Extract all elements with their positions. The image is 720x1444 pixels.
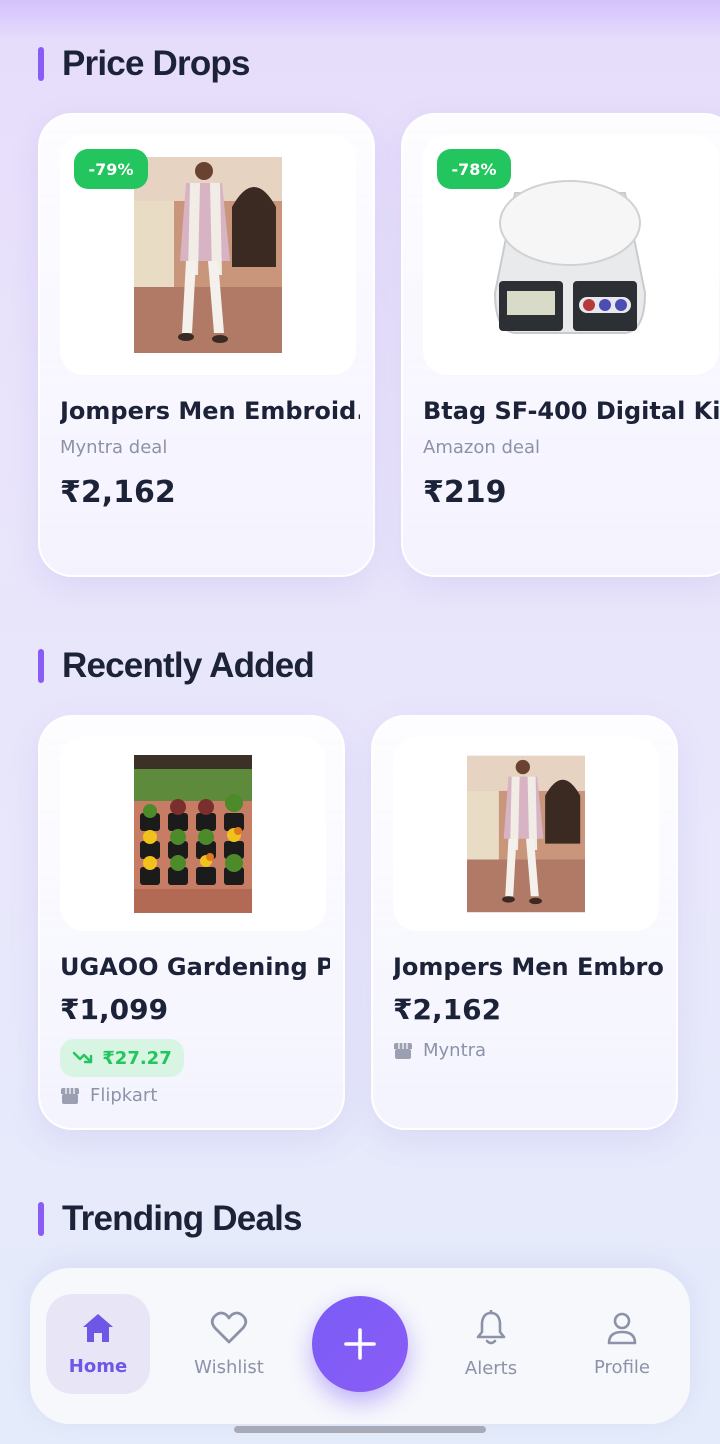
nav-label: Alerts <box>464 1357 518 1379</box>
price-drop-card[interactable]: -79% Jompers Men Embroid... Myntra deal … <box>38 113 375 577</box>
section-title: Recently Added <box>62 646 315 685</box>
store-row: Myntra <box>393 1040 486 1061</box>
user-icon <box>607 1312 637 1344</box>
home-icon <box>83 1313 113 1342</box>
nav-item-wishlist[interactable]: Wishlist <box>177 1294 281 1394</box>
nav-item-alerts[interactable]: Alerts <box>439 1294 543 1394</box>
bottom-nav: Home Wishlist Alerts Profile <box>30 1268 690 1424</box>
product-name: Jompers Men Embroid... <box>60 397 360 425</box>
store-icon <box>61 1087 79 1104</box>
nav-item-home[interactable]: Home <box>46 1294 150 1394</box>
product-price: ₹2,162 <box>393 993 502 1026</box>
store-icon <box>394 1042 412 1059</box>
bell-icon <box>476 1309 506 1344</box>
price-drop-chip: ₹27.27 <box>60 1039 184 1077</box>
product-price: ₹1,099 <box>60 993 169 1026</box>
product-image <box>134 157 282 353</box>
product-image <box>493 180 647 334</box>
product-image-frame <box>393 737 659 931</box>
recent-product-card[interactable]: Jompers Men Embroi... ₹2,162 Myntra <box>371 715 678 1130</box>
price-drop-amount: ₹27.27 <box>102 1047 172 1069</box>
nav-item-profile[interactable]: Profile <box>570 1294 674 1394</box>
product-image <box>467 755 585 913</box>
recent-product-card[interactable]: UGAOO Gardening Po... ₹1,099 ₹27.27 Flip… <box>38 715 345 1130</box>
section-accent-bar <box>38 47 44 81</box>
product-image <box>134 755 252 913</box>
nav-label: Wishlist <box>194 1356 264 1378</box>
nav-label: Profile <box>594 1356 650 1378</box>
heart-icon <box>210 1311 248 1343</box>
discount-badge: -78% <box>437 149 511 189</box>
section-title: Trending Deals <box>62 1199 303 1238</box>
product-name: Jompers Men Embroi... <box>393 953 663 981</box>
section-header-recently-added: Recently Added <box>38 646 315 686</box>
home-screen: Price Drops -79% Jompers Men Embroid... <box>0 0 720 1444</box>
store-name: Myntra <box>423 1040 487 1061</box>
top-glow <box>0 0 720 40</box>
section-accent-bar <box>38 1202 44 1236</box>
product-name: Btag SF-400 Digital Ki... <box>423 397 720 425</box>
product-image-frame <box>60 737 326 931</box>
section-accent-bar <box>38 649 44 683</box>
product-price: ₹2,162 <box>60 475 176 510</box>
store-name: Flipkart <box>90 1085 158 1106</box>
product-price: ₹219 <box>423 475 507 510</box>
product-store: Myntra deal <box>60 437 168 458</box>
price-drop-card[interactable]: -78% Btag SF-400 Digital Ki... Amazon de… <box>401 113 720 577</box>
product-name: UGAOO Gardening Po... <box>60 953 330 981</box>
section-title: Price Drops <box>62 44 250 83</box>
product-store: Amazon deal <box>423 437 540 458</box>
trending-down-icon <box>73 1051 93 1064</box>
section-header-price-drops: Price Drops <box>38 44 250 84</box>
discount-badge: -79% <box>74 149 148 189</box>
add-product-button[interactable] <box>312 1296 408 1392</box>
plus-icon <box>344 1328 376 1360</box>
store-row: Flipkart <box>60 1085 157 1106</box>
home-indicator <box>234 1426 486 1433</box>
nav-label: Home <box>68 1355 128 1377</box>
section-header-trending-deals: Trending Deals <box>38 1199 303 1239</box>
